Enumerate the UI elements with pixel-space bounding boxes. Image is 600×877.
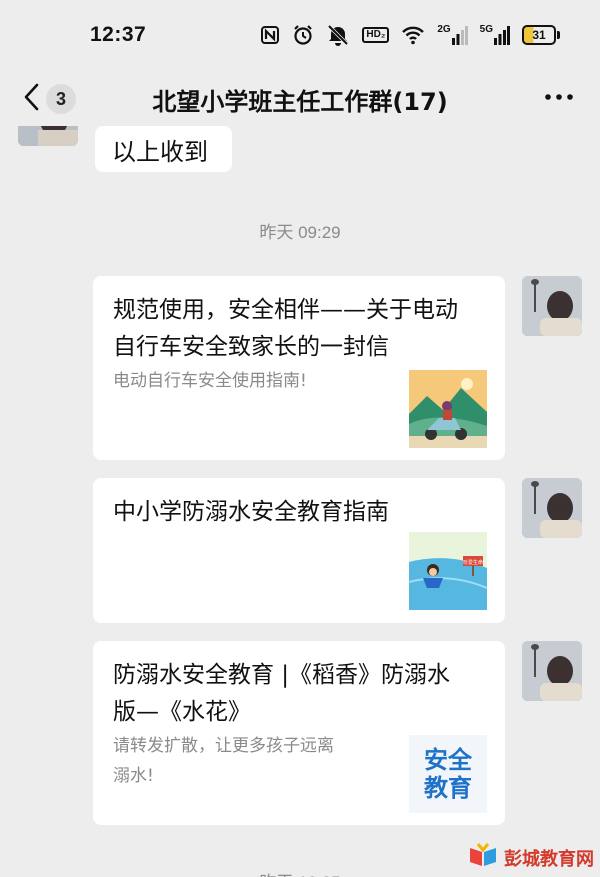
mute-icon xyxy=(326,24,350,46)
back-button[interactable]: 3 xyxy=(22,82,76,116)
book-logo-icon xyxy=(468,842,498,873)
message-timestamp: 昨天 09:29 xyxy=(259,223,341,242)
signal-5g-icon: 5G xyxy=(480,25,510,45)
signal-2g-icon: 2G xyxy=(437,25,468,45)
nfc-icon xyxy=(260,25,280,45)
avatar[interactable] xyxy=(522,276,582,336)
thumb-text: 安全 xyxy=(424,746,472,774)
status-icons: HD₂ 2G 5G 31 xyxy=(260,24,560,46)
thumb-text: 教育 xyxy=(424,774,472,802)
card-title: 规范使用，安全相伴——关于电动 xyxy=(113,297,458,323)
safety-education-thumbnail: 安全 教育 xyxy=(409,735,487,813)
thumb-sign-text: 珍爱生命 xyxy=(463,559,483,566)
message-bubble[interactable]: 以上收到 xyxy=(95,126,232,172)
unread-count-badge: 3 xyxy=(46,84,76,114)
hd-voice-icon: HD₂ xyxy=(362,27,390,43)
avatar[interactable] xyxy=(522,478,582,538)
chevron-left-icon xyxy=(22,82,40,116)
card-title: 中小学防溺水安全教育指南 xyxy=(113,499,389,525)
chat-title: 北望小学班主任工作群(17) xyxy=(152,88,448,116)
link-card[interactable]: 防溺水安全教育 |《稻香》防溺水 版—《水花》 请转发扩散，让更多孩子远离 溺水… xyxy=(93,641,505,825)
drowning-illustration-thumbnail: 珍爱生命 xyxy=(409,532,487,610)
chat-header: 北望小学班主任工作群(17) 3 xyxy=(0,70,600,126)
more-options-button[interactable] xyxy=(544,84,574,114)
chat-message-list[interactable]: 以上收到 昨天 09:29 规范使用，安全相伴——关于电动 自行车安全致家长的一… xyxy=(0,126,600,877)
status-time: 12:37 xyxy=(90,23,147,46)
card-title: 版—《水花》 xyxy=(113,699,251,725)
watermark-text: 彭城教育网 xyxy=(504,848,594,870)
watermark: 彭城教育网 xyxy=(468,842,594,873)
card-title: 防溺水安全教育 |《稻香》防溺水 xyxy=(113,662,451,688)
link-card[interactable]: 中小学防溺水安全教育指南 珍爱生命 xyxy=(93,478,505,623)
scooter-illustration-thumbnail xyxy=(409,370,487,448)
more-dots-icon xyxy=(544,94,574,114)
link-card[interactable]: 规范使用，安全相伴——关于电动 自行车安全致家长的一封信 电动自行车安全使用指南… xyxy=(93,276,505,460)
alarm-icon xyxy=(292,24,314,46)
status-bar: 12:37 HD₂ 2G 5G 31 xyxy=(0,0,600,70)
avatar[interactable] xyxy=(522,641,582,701)
card-title: 自行车安全致家长的一封信 xyxy=(113,334,389,360)
battery-icon: 31 xyxy=(522,25,560,45)
wifi-icon xyxy=(401,25,425,45)
avatar[interactable] xyxy=(18,126,78,146)
